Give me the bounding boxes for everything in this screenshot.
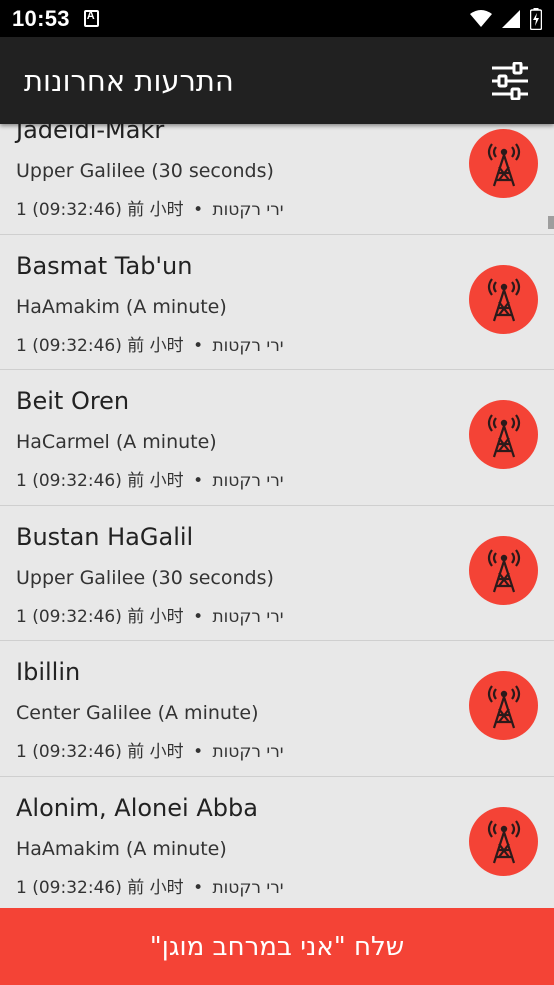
filter-button[interactable] bbox=[490, 61, 530, 101]
alert-meta: 1 (09:32:46) 前 小时 • ירי רקטות bbox=[16, 602, 284, 627]
alert-source: ירי רקטות bbox=[212, 471, 284, 491]
alert-meta: 1 (09:32:46) 前 小时 • ירי רקטות bbox=[16, 331, 284, 356]
alert-time: 1 (09:32:46) 前 小时 bbox=[16, 877, 184, 898]
tower-icon bbox=[469, 535, 538, 605]
tower-icon bbox=[469, 400, 538, 469]
notification-icon bbox=[83, 10, 99, 27]
app-bar: התרעות אחרונות bbox=[0, 37, 554, 124]
status-icons bbox=[470, 7, 542, 30]
list-item[interactable]: Ibillin Center Galilee (A minute) 1 (09:… bbox=[0, 641, 554, 777]
signal-icon bbox=[502, 9, 520, 28]
alert-bullet: • bbox=[193, 200, 204, 220]
scrollbar[interactable] bbox=[548, 216, 554, 229]
alert-city: Alonim, Alonei Abba bbox=[16, 793, 258, 822]
alert-source: ירי רקטות bbox=[212, 742, 284, 762]
alert-time: 1 (09:32:46) 前 小时 bbox=[16, 471, 184, 491]
wifi-icon bbox=[470, 9, 492, 27]
alert-zone: Upper Galilee (30 seconds) bbox=[16, 566, 274, 589]
alert-meta: 1 (09:32:46) 前 小时 • ירי רקטות bbox=[16, 737, 284, 762]
alerts-list[interactable]: Jadeidi-Makr Upper Galilee (30 seconds) … bbox=[0, 124, 554, 908]
alert-zone: HaCarmel (A minute) bbox=[16, 431, 217, 453]
status-time: 10:53 bbox=[12, 5, 70, 31]
alert-meta: 1 (09:32:46) 前 小时 • ירי רקטות bbox=[16, 873, 284, 898]
list-item[interactable]: Bustan HaGalil Upper Galilee (30 seconds… bbox=[0, 506, 554, 641]
alert-zone: HaAmakim (A minute) bbox=[16, 295, 227, 318]
alert-time: 1 (09:32:46) 前 小时 bbox=[16, 200, 184, 220]
tower-icon bbox=[469, 671, 538, 740]
battery-charging-icon bbox=[530, 7, 542, 30]
alert-zone: Upper Galilee (30 seconds) bbox=[16, 160, 274, 182]
alert-source: ירי רקטות bbox=[212, 335, 284, 356]
list-item[interactable]: Basmat Tab'un HaAmakim (A minute) 1 (09:… bbox=[0, 235, 554, 370]
alert-source: ירי רקטות bbox=[212, 877, 284, 898]
tower-icon bbox=[469, 806, 538, 876]
list-item[interactable]: Alonim, Alonei Abba HaAmakim (A minute) … bbox=[0, 777, 554, 909]
alert-time: 1 (09:32:46) 前 小时 bbox=[16, 606, 184, 627]
status-bar: 10:53 bbox=[0, 0, 554, 37]
alert-time: 1 (09:32:46) 前 小时 bbox=[16, 742, 184, 762]
alert-city: Jadeidi-Makr bbox=[16, 124, 165, 144]
tower-icon bbox=[469, 129, 538, 198]
alert-bullet: • bbox=[193, 471, 204, 491]
alert-bullet: • bbox=[193, 606, 204, 627]
alert-source: ירי רקטות bbox=[212, 606, 284, 627]
alert-city: Bustan HaGalil bbox=[16, 522, 194, 551]
alert-bullet: • bbox=[193, 742, 204, 762]
list-item[interactable]: Beit Oren HaCarmel (A minute) 1 (09:32:4… bbox=[0, 370, 554, 506]
alert-city: Basmat Tab'un bbox=[16, 251, 193, 280]
alert-meta: 1 (09:32:46) 前 小时 • ירי רקטות bbox=[16, 466, 284, 491]
list-item[interactable]: Jadeidi-Makr Upper Galilee (30 seconds) … bbox=[0, 124, 554, 235]
alert-time: 1 (09:32:46) 前 小时 bbox=[16, 335, 184, 356]
alert-zone: HaAmakim (A minute) bbox=[16, 837, 227, 860]
tower-icon bbox=[469, 264, 538, 334]
alert-bullet: • bbox=[193, 335, 204, 356]
alert-bullet: • bbox=[193, 877, 204, 898]
alert-source: ירי רקטות bbox=[212, 200, 284, 220]
alert-zone: Center Galilee (A minute) bbox=[16, 702, 259, 724]
sliders-icon bbox=[492, 61, 528, 100]
alert-city: Beit Oren bbox=[16, 387, 130, 415]
safe-room-button[interactable]: שלח "אני במרחב מוגן" bbox=[0, 908, 554, 985]
alert-city: Ibillin bbox=[16, 658, 81, 686]
alert-meta: 1 (09:32:46) 前 小时 • ירי רקטות bbox=[16, 195, 284, 220]
page-title: התרעות אחרונות bbox=[24, 63, 234, 98]
